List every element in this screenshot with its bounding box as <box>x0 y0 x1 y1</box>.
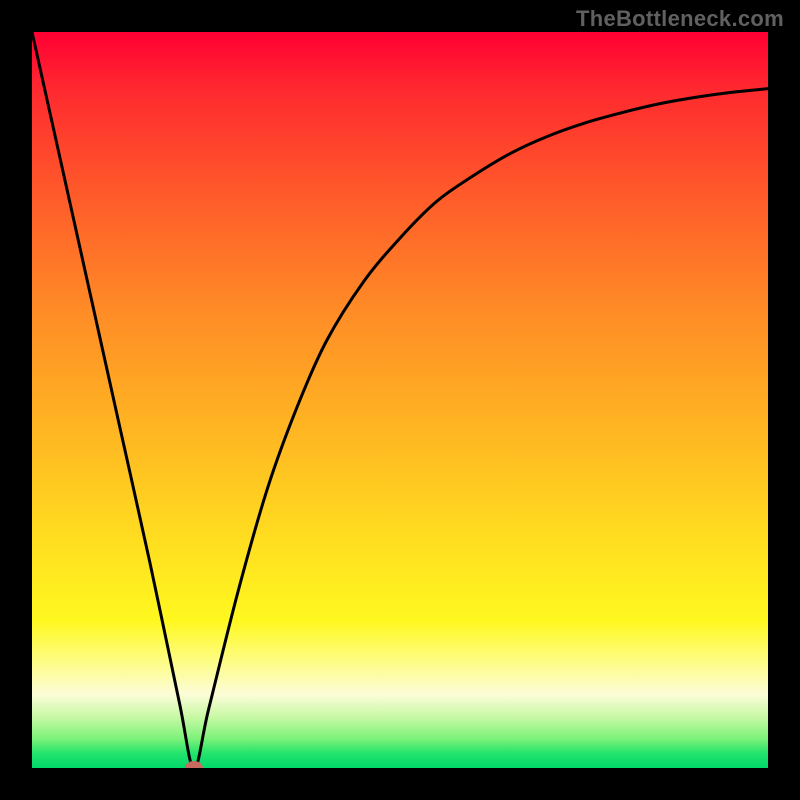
curve-layer <box>32 32 768 768</box>
plot-area <box>32 32 768 768</box>
bottleneck-curve <box>32 32 768 768</box>
chart-frame: TheBottleneck.com <box>0 0 800 800</box>
minimum-marker-icon <box>185 761 203 768</box>
watermark-text: TheBottleneck.com <box>576 6 784 32</box>
